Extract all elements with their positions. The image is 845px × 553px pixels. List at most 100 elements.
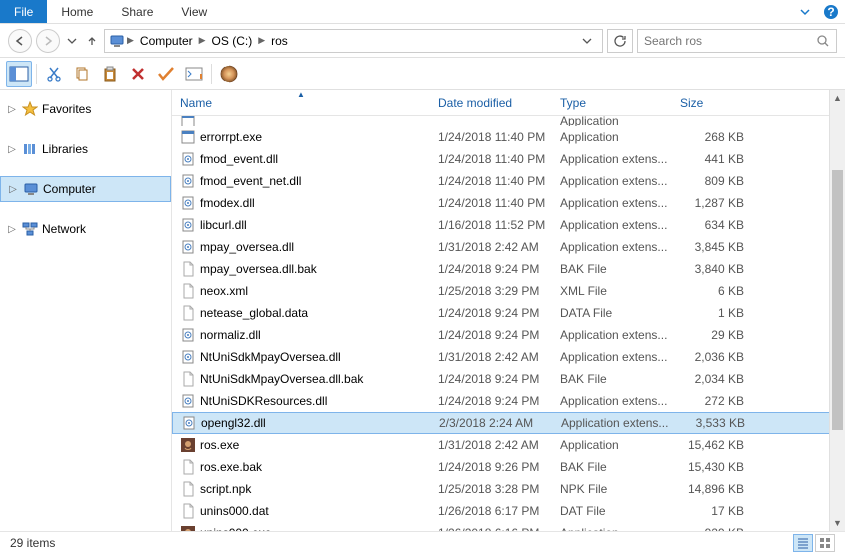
view-details-button[interactable] <box>793 534 813 552</box>
col-type[interactable]: Type <box>552 90 672 115</box>
chevron-right-icon[interactable]: ▶ <box>256 35 267 46</box>
breadcrumb-computer[interactable]: Computer <box>136 34 197 48</box>
table-row[interactable]: opengl32.dll2/3/2018 2:24 AMApplication … <box>172 412 845 434</box>
nav-forward-button[interactable] <box>36 29 60 53</box>
table-row[interactable]: fmodex.dll1/24/2018 11:40 PMApplication … <box>172 192 845 214</box>
expand-arrow-icon[interactable]: ▷ <box>7 184 19 195</box>
file-name: NtUniSDKResources.dll <box>200 394 327 408</box>
file-name: ros.exe <box>200 438 239 452</box>
cut-button[interactable] <box>41 61 67 87</box>
nav-up-button[interactable] <box>84 30 100 52</box>
item-count: 29 items <box>10 536 55 550</box>
breadcrumb[interactable]: ▶ Computer ▶ OS (C:) ▶ ros <box>104 29 603 53</box>
breadcrumb-drive[interactable]: OS (C:) <box>208 34 257 48</box>
file-size: 634 KB <box>672 218 752 232</box>
properties-button[interactable] <box>181 61 207 87</box>
table-row[interactable]: mpay_oversea.dll.bak1/24/2018 9:24 PMBAK… <box>172 258 845 280</box>
table-row[interactable]: neox.xml1/25/2018 3:29 PMXML File6 KB <box>172 280 845 302</box>
file-date: 1/24/2018 9:24 PM <box>430 328 552 342</box>
lib-icon <box>22 141 38 157</box>
table-row[interactable]: errorrpt.exe1/24/2018 11:40 PMApplicatio… <box>172 126 845 148</box>
ribbon-tab-share[interactable]: Share <box>107 0 167 23</box>
chevron-right-icon[interactable]: ▶ <box>197 35 208 46</box>
file-type: Application extens... <box>552 394 672 408</box>
file-type: Application <box>552 130 672 144</box>
table-row[interactable]: mpay_oversea.dll1/31/2018 2:42 AMApplica… <box>172 236 845 258</box>
address-row: ▶ Computer ▶ OS (C:) ▶ ros <box>0 24 845 58</box>
file-size: 3,533 KB <box>673 416 753 430</box>
table-row[interactable]: fmod_event.dll1/24/2018 11:40 PMApplicat… <box>172 148 845 170</box>
ribbon-tab-file[interactable]: File <box>0 0 47 23</box>
view-icons-button[interactable] <box>815 534 835 552</box>
preview-pane-button[interactable] <box>6 61 32 87</box>
file-name: neox.xml <box>200 284 248 298</box>
file-icon <box>180 503 196 519</box>
table-row[interactable]: netease_global.data1/24/2018 9:24 PMDATA… <box>172 302 845 324</box>
file-type: Application <box>552 526 672 531</box>
table-row[interactable]: ros.exe.bak1/24/2018 9:26 PMBAK File15,4… <box>172 456 845 478</box>
file-date: 1/24/2018 11:40 PM <box>430 152 552 166</box>
file-date: 1/24/2018 9:24 PM <box>430 306 552 320</box>
breadcrumb-folder[interactable]: ros <box>267 34 292 48</box>
file-type: Application extens... <box>552 328 672 342</box>
ribbon-tab-home[interactable]: Home <box>47 0 107 23</box>
file-icon <box>180 195 196 211</box>
expand-arrow-icon[interactable]: ▷ <box>6 144 18 155</box>
sidebar-item-favorites[interactable]: ▷Favorites <box>0 96 171 122</box>
help-icon[interactable]: ? <box>817 4 845 20</box>
chevron-down-icon[interactable] <box>793 6 817 18</box>
file-size: 14,896 KB <box>672 482 752 496</box>
sidebar-item-network[interactable]: ▷ Network <box>0 216 171 242</box>
paste-button[interactable] <box>97 61 123 87</box>
table-row[interactable]: unins000.dat1/26/2018 6:17 PMDAT File17 … <box>172 500 845 522</box>
file-name: mpay_oversea.dll.bak <box>200 262 317 276</box>
file-icon <box>180 349 196 365</box>
table-row[interactable]: NtUniSdkMpayOversea.dll.bak1/24/2018 9:2… <box>172 368 845 390</box>
ribbon-tab-view[interactable]: View <box>167 0 221 23</box>
search-input[interactable] <box>644 34 816 48</box>
nav-history-dropdown[interactable] <box>64 30 80 52</box>
file-date: 1/24/2018 9:26 PM <box>430 460 552 474</box>
scroll-down-button[interactable]: ▼ <box>830 515 845 531</box>
refresh-button[interactable] <box>607 29 633 53</box>
table-row[interactable]: ros.exe1/31/2018 2:42 AMApplication15,46… <box>172 434 845 456</box>
expand-arrow-icon[interactable]: ▷ <box>6 224 18 235</box>
col-date[interactable]: Date modified <box>430 90 552 115</box>
file-type: Application extens... <box>552 152 672 166</box>
file-icon <box>180 459 196 475</box>
table-row[interactable]: fmod_event_net.dll1/24/2018 11:40 PMAppl… <box>172 170 845 192</box>
table-row[interactable]: NtUniSDKResources.dll1/24/2018 9:24 PMAp… <box>172 390 845 412</box>
file-type: XML File <box>552 284 672 298</box>
computer-icon <box>109 33 125 49</box>
col-size[interactable]: Size <box>672 90 760 115</box>
column-headers: Name▲ Date modified Type Size <box>172 90 845 116</box>
search-icon[interactable] <box>816 34 830 48</box>
table-row[interactable]: normaliz.dll1/24/2018 9:24 PMApplication… <box>172 324 845 346</box>
breadcrumb-dropdown[interactable] <box>576 36 598 46</box>
copy-button[interactable] <box>69 61 95 87</box>
table-row[interactable]: Application <box>172 116 845 126</box>
file-icon <box>180 239 196 255</box>
table-row[interactable]: libcurl.dll1/16/2018 11:52 PMApplication… <box>172 214 845 236</box>
sidebar-item-label: Network <box>42 222 86 236</box>
table-row[interactable]: NtUniSdkMpayOversea.dll1/31/2018 2:42 AM… <box>172 346 845 368</box>
search-box[interactable] <box>637 29 837 53</box>
scroll-thumb[interactable] <box>832 170 843 430</box>
file-list[interactable]: Applicationerrorrpt.exe1/24/2018 11:40 P… <box>172 116 845 531</box>
nav-back-button[interactable] <box>8 29 32 53</box>
file-pane: Name▲ Date modified Type Size Applicatio… <box>172 90 845 531</box>
table-row[interactable]: unins000.exe1/26/2018 6:16 PMApplication… <box>172 522 845 531</box>
expand-arrow-icon[interactable]: ▷ <box>6 104 18 115</box>
shell-button[interactable] <box>216 61 242 87</box>
check-button[interactable] <box>153 61 179 87</box>
scrollbar-vertical[interactable]: ▲ ▼ <box>829 90 845 531</box>
scroll-up-button[interactable]: ▲ <box>830 90 845 106</box>
table-row[interactable]: script.npk1/25/2018 3:28 PMNPK File14,89… <box>172 478 845 500</box>
col-name[interactable]: Name▲ <box>172 90 430 115</box>
main-area: ▷Favorites▷Libraries▷Computer▷Network Na… <box>0 90 845 531</box>
chevron-right-icon[interactable]: ▶ <box>125 35 136 46</box>
file-date: 1/25/2018 3:29 PM <box>430 284 552 298</box>
sidebar-item-computer[interactable]: ▷Computer <box>0 176 171 202</box>
sidebar-item-libraries[interactable]: ▷Libraries <box>0 136 171 162</box>
delete-button[interactable] <box>125 61 151 87</box>
